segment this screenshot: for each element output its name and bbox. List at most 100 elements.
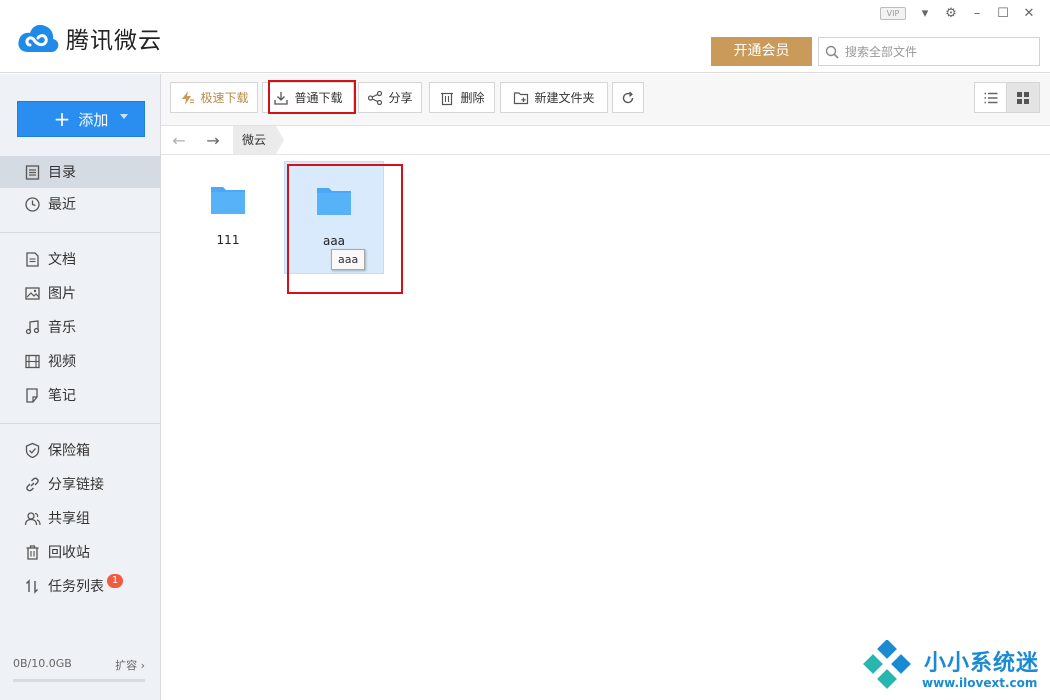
folder-icon: [211, 187, 245, 214]
sidebar-item-safe-box[interactable]: 保险箱: [0, 434, 160, 466]
app-title: 腾讯微云: [66, 28, 162, 54]
document-icon: [26, 251, 39, 267]
sidebar-item-pictures[interactable]: 图片: [0, 277, 160, 309]
add-button-label: 添加: [78, 110, 109, 129]
sidebar-divider: [0, 423, 160, 424]
trash-icon: [441, 92, 454, 105]
search-box[interactable]: [818, 37, 1040, 66]
sidebar-item-label: 共享组: [48, 511, 90, 527]
forward-arrow-icon[interactable]: →: [203, 130, 223, 150]
file-name: aaa: [322, 234, 346, 248]
close-icon[interactable]: ✕: [1022, 6, 1036, 21]
delete-label: 删除: [460, 91, 485, 105]
list-view-icon: [984, 92, 998, 103]
sidebar-item-task-list[interactable]: 任务列表 1: [0, 570, 160, 602]
transfer-icon: [26, 578, 38, 594]
add-button[interactable]: + 添加: [17, 101, 145, 137]
breadcrumb: ← → 微云: [161, 126, 1050, 155]
group-icon: [24, 511, 41, 525]
sidebar-item-label: 笔记: [48, 388, 76, 404]
new-folder-icon: [514, 91, 529, 104]
expand-storage-label: 扩容: [115, 659, 138, 672]
file-name: 111: [216, 233, 240, 247]
settings-gear-icon[interactable]: ⚙: [944, 6, 958, 21]
file-item[interactable]: 111: [178, 161, 278, 274]
grid-view-icon: [1017, 91, 1029, 104]
share-label: 分享: [388, 91, 413, 105]
toolbar: 极速下载 普通下载 分享 删除 新建文件夹: [161, 74, 1050, 126]
sidebar-divider: [0, 232, 160, 233]
watermark-url: www.ilovext.com: [922, 676, 1038, 690]
chevron-right-icon: ›: [140, 659, 145, 672]
sidebar-item-music[interactable]: 音乐: [0, 311, 160, 343]
sidebar-item-label: 任务列表: [48, 579, 104, 595]
sidebar-item-label: 最近: [48, 197, 76, 213]
sidebar-item-documents[interactable]: 文档: [0, 243, 160, 275]
picture-icon: [25, 286, 40, 300]
list-view-button[interactable]: [974, 82, 1008, 113]
new-folder-button[interactable]: 新建文件夹: [500, 82, 608, 113]
watermark-title: 小小系统迷: [924, 651, 1040, 676]
sidebar-item-label: 保险箱: [48, 443, 90, 459]
file-name-tooltip: aaa: [331, 249, 366, 270]
expand-storage-link[interactable]: 扩容 ›: [115, 657, 145, 673]
add-dropdown-icon[interactable]: [120, 114, 128, 119]
sidebar-item-label: 回收站: [48, 545, 90, 561]
fast-download-button[interactable]: 极速下载: [170, 82, 258, 113]
cloud-logo-icon: [18, 24, 59, 52]
lightning-icon: [182, 90, 195, 105]
fast-download-label: 极速下载: [200, 91, 249, 105]
maximize-icon[interactable]: ☐: [996, 6, 1010, 21]
new-folder-label: 新建文件夹: [534, 91, 595, 105]
sidebar-item-directory[interactable]: 目录: [0, 156, 160, 188]
download-icon: [274, 91, 289, 105]
app-logo: 腾讯微云: [16, 20, 162, 56]
share-button[interactable]: 分享: [358, 82, 422, 113]
sidebar: + 添加 目录 最近 文档 图片 音乐 视频 笔记 保险箱 分享链接 共享组 回…: [0, 74, 161, 700]
diamond-logo-icon: [863, 640, 911, 689]
storage-used: 0B/10.0GB: [13, 657, 72, 670]
sidebar-item-label: 文档: [48, 252, 76, 268]
sidebar-item-label: 目录: [48, 165, 76, 181]
sidebar-item-label: 音乐: [48, 320, 76, 336]
delete-button[interactable]: 删除: [429, 82, 495, 113]
window-controls: VIP ▾ ⚙ – ☐ ✕: [880, 6, 1036, 21]
open-vip-button[interactable]: 开通会员: [711, 37, 812, 66]
dropdown-menu-icon[interactable]: ▾: [918, 6, 932, 21]
video-icon: [25, 354, 40, 368]
sidebar-item-recent[interactable]: 最近: [0, 188, 160, 220]
search-input[interactable]: [845, 44, 1030, 59]
normal-download-label: 普通下载: [294, 91, 343, 105]
clock-icon: [25, 196, 40, 212]
refresh-button[interactable]: [612, 82, 644, 113]
storage-info: 0B/10.0GB 扩容 ›: [13, 657, 145, 673]
vip-badge[interactable]: VIP: [880, 7, 906, 20]
trash-icon: [26, 544, 39, 560]
sidebar-item-label: 视频: [48, 354, 76, 370]
sidebar-item-label: 图片: [48, 286, 76, 302]
minimize-icon[interactable]: –: [970, 6, 984, 21]
sidebar-item-notes[interactable]: 笔记: [0, 379, 160, 411]
note-icon: [26, 387, 38, 403]
title-bar: 腾讯微云 VIP ▾ ⚙ – ☐ ✕ 开通会员: [0, 0, 1050, 73]
sidebar-item-share-group[interactable]: 共享组: [0, 502, 160, 534]
music-icon: [25, 319, 40, 334]
back-arrow-icon[interactable]: ←: [169, 130, 189, 150]
sidebar-item-label: 分享链接: [48, 477, 104, 493]
task-count-badge: 1: [107, 574, 123, 588]
sidebar-item-share-links[interactable]: 分享链接: [0, 468, 160, 500]
grid-view-button[interactable]: [1006, 82, 1040, 113]
refresh-icon: [622, 91, 634, 103]
normal-download-button[interactable]: 普通下载: [262, 82, 354, 113]
folder-icon: [317, 188, 351, 215]
sidebar-item-videos[interactable]: 视频: [0, 345, 160, 377]
site-watermark: 小小系统迷 www.ilovext.com: [860, 640, 1045, 696]
storage-progress-bar: [13, 679, 145, 682]
directory-icon: [25, 164, 40, 180]
search-icon: [825, 45, 839, 59]
plus-icon: +: [53, 107, 71, 131]
sidebar-item-recycle-bin[interactable]: 回收站: [0, 536, 160, 568]
breadcrumb-item-root[interactable]: 微云: [233, 126, 285, 154]
link-icon: [26, 477, 39, 491]
shield-icon: [25, 442, 40, 458]
